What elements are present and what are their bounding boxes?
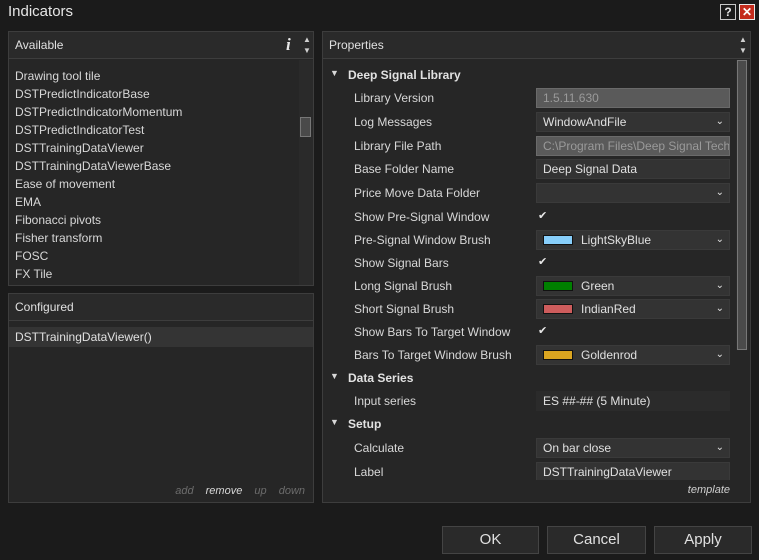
list-item[interactable]: Fisher transform xyxy=(15,229,182,247)
chevron-down-icon[interactable]: ⌄ xyxy=(716,184,724,202)
list-item[interactable]: DSTTrainingDataViewerBase xyxy=(15,157,182,175)
chevron-down-icon[interactable]: ⌄ xyxy=(716,300,724,318)
ok-button[interactable]: OK xyxy=(442,526,539,554)
pre-signal-window-brush-select[interactable]: LightSkyBlue ⌄ xyxy=(536,230,730,250)
bars-to-target-window-brush-select[interactable]: Goldenrod ⌄ xyxy=(536,345,730,365)
up-link[interactable]: up xyxy=(254,485,266,497)
properties-header: Properties ▲ ▼ xyxy=(323,32,750,59)
property-row-short-signal-brush: Short Signal Brush IndianRed ⌄ xyxy=(323,298,735,321)
cancel-button[interactable]: Cancel xyxy=(547,526,646,554)
show-bars-to-target-window-checkbox[interactable]: ✔ xyxy=(538,324,547,337)
collapse-triangle-icon[interactable]: ▼ xyxy=(330,371,339,381)
color-swatch xyxy=(543,281,573,291)
property-row-pre-signal-window-brush: Pre-Signal Window Brush LightSkyBlue ⌄ xyxy=(323,229,735,252)
properties-panel: Properties ▲ ▼ ▼ Deep Signal Library Lib… xyxy=(322,31,751,503)
scroll-down-arrow-icon[interactable]: ▼ xyxy=(739,46,747,55)
add-link[interactable]: add xyxy=(175,485,193,497)
color-swatch xyxy=(543,304,573,314)
template-link[interactable]: template xyxy=(688,484,730,496)
property-grid: ▼ Deep Signal Library Library Version 1.… xyxy=(323,63,735,480)
list-item[interactable]: DSTPredictIndicatorMomentum xyxy=(15,103,182,121)
configured-title: Configured xyxy=(15,300,74,314)
remove-link[interactable]: remove xyxy=(206,485,243,497)
chevron-down-icon[interactable]: ⌄ xyxy=(716,439,724,457)
info-icon[interactable]: i xyxy=(286,35,291,55)
down-link[interactable]: down xyxy=(279,485,305,497)
library-version-field: 1.5.11.630 xyxy=(536,88,730,108)
list-item[interactable]: Fibonacci pivots xyxy=(15,211,182,229)
configured-panel: Configured DSTTrainingDataViewer() add r… xyxy=(8,293,314,503)
property-row-log-messages: Log Messages WindowAndFile ⌄ xyxy=(323,111,735,134)
property-row-label: Label DSTTrainingDataViewer xyxy=(323,461,735,480)
property-row-bars-to-target-window-brush: Bars To Target Window Brush Goldenrod ⌄ xyxy=(323,344,735,367)
scroll-down-arrow-icon[interactable]: ▼ xyxy=(303,46,311,55)
short-signal-brush-select[interactable]: IndianRed ⌄ xyxy=(536,299,730,319)
property-row-long-signal-brush: Long Signal Brush Green ⌄ xyxy=(323,275,735,298)
chevron-down-icon[interactable]: ⌄ xyxy=(716,346,724,364)
list-item[interactable]: FX Tile xyxy=(15,265,182,283)
title-bar: Indicators ? ✕ xyxy=(0,0,759,24)
calculate-select[interactable]: On bar close ⌄ xyxy=(536,438,730,458)
scroll-up-arrow-icon[interactable]: ▲ xyxy=(303,35,311,44)
show-pre-signal-window-checkbox[interactable]: ✔ xyxy=(538,209,547,222)
price-move-data-folder-select[interactable]: ⌄ xyxy=(536,183,730,203)
chevron-down-icon[interactable]: ⌄ xyxy=(716,231,724,249)
available-scrollbar[interactable] xyxy=(299,60,313,285)
property-row-show-bars-to-target-window: Show Bars To Target Window ✔ xyxy=(354,324,548,339)
collapse-triangle-icon[interactable]: ▼ xyxy=(330,417,339,427)
property-row-library-file-path: Library File Path C:\Program Files\Deep … xyxy=(323,135,735,158)
chevron-down-icon[interactable]: ⌄ xyxy=(716,113,724,131)
chevron-down-icon[interactable]: ⌄ xyxy=(716,277,724,295)
label-input[interactable]: DSTTrainingDataViewer xyxy=(536,462,730,480)
list-item[interactable]: DSTPredictIndicatorBase xyxy=(15,85,182,103)
input-series-field[interactable]: ES ##-## (5 Minute) xyxy=(536,391,730,411)
apply-button[interactable]: Apply xyxy=(654,526,752,554)
configured-actions: add remove up down xyxy=(166,485,305,497)
configured-item[interactable]: DSTTrainingDataViewer() xyxy=(9,327,313,347)
properties-title: Properties xyxy=(329,38,384,52)
color-swatch xyxy=(543,235,573,245)
available-title: Available xyxy=(15,38,64,52)
property-row-show-signal-bars: Show Signal Bars ✔ xyxy=(354,255,548,270)
list-item[interactable]: FOSC xyxy=(15,247,182,265)
available-list: Drawing tool tile DSTPredictIndicatorBas… xyxy=(15,67,182,283)
window-title: Indicators xyxy=(8,3,74,20)
list-item[interactable]: Ease of movement xyxy=(15,175,182,193)
log-messages-select[interactable]: WindowAndFile ⌄ xyxy=(536,112,730,132)
help-button[interactable]: ? xyxy=(720,4,736,20)
library-file-path-field: C:\Program Files\Deep Signal Tech xyxy=(536,136,730,156)
properties-scrollbar[interactable] xyxy=(736,60,749,350)
available-header: Available i ▲ ▼ xyxy=(9,32,313,59)
property-row-base-folder-name: Base Folder Name Deep Signal Data xyxy=(323,158,735,181)
list-item[interactable]: Drawing tool tile xyxy=(15,67,182,85)
color-swatch xyxy=(543,350,573,360)
list-item[interactable]: EMA xyxy=(15,193,182,211)
category-setup[interactable]: ▼ Setup xyxy=(323,413,735,436)
long-signal-brush-select[interactable]: Green ⌄ xyxy=(536,276,730,296)
property-row-calculate: Calculate On bar close ⌄ xyxy=(323,437,735,460)
property-row-input-series: Input series ES ##-## (5 Minute) xyxy=(323,390,735,413)
list-item[interactable]: DSTTrainingDataViewer xyxy=(15,139,182,157)
scrollbar-thumb[interactable] xyxy=(737,60,747,350)
close-button[interactable]: ✕ xyxy=(739,4,755,20)
show-signal-bars-checkbox[interactable]: ✔ xyxy=(538,255,547,268)
scroll-up-arrow-icon[interactable]: ▲ xyxy=(739,35,747,44)
category-deep-signal-library[interactable]: ▼ Deep Signal Library xyxy=(323,64,735,87)
base-folder-name-input[interactable]: Deep Signal Data xyxy=(536,159,730,179)
category-data-series[interactable]: ▼ Data Series xyxy=(323,367,735,390)
collapse-triangle-icon[interactable]: ▼ xyxy=(330,68,339,78)
list-item[interactable]: DSTPredictIndicatorTest xyxy=(15,121,182,139)
property-row-price-move-data-folder: Price Move Data Folder ⌄ xyxy=(323,182,735,205)
scrollbar-thumb[interactable] xyxy=(300,117,311,137)
configured-header: Configured xyxy=(9,294,313,321)
property-row-library-version: Library Version 1.5.11.630 xyxy=(323,87,735,110)
property-row-show-pre-signal-window: Show Pre-Signal Window ✔ xyxy=(354,209,548,224)
available-panel: Available i ▲ ▼ Drawing tool tile DSTPre… xyxy=(8,31,314,286)
